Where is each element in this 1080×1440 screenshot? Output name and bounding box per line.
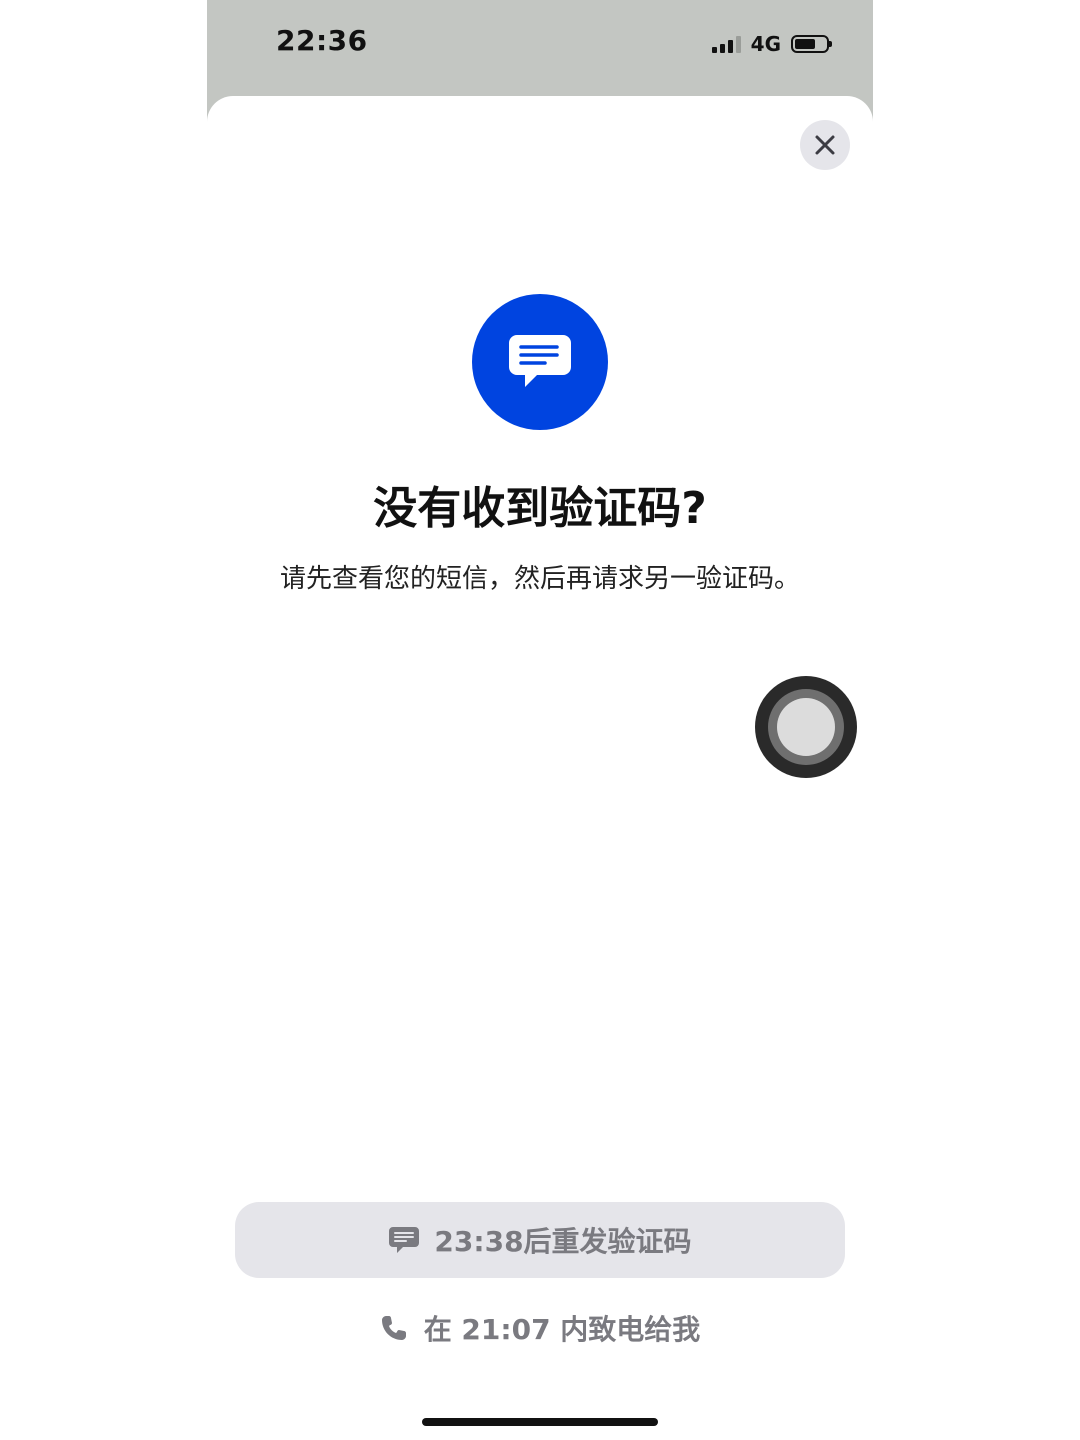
- message-icon: [389, 1227, 420, 1253]
- screen: 22:36 4G 没有收到验证码? 请先查看您的短信，然后再请求另一验证码。 2…: [0, 0, 1080, 1440]
- resend-code-label: 23:38后重发验证码: [434, 1225, 692, 1258]
- close-icon: [815, 135, 835, 155]
- network-label: 4G: [750, 32, 781, 56]
- status-indicators: 4G: [711, 30, 832, 58]
- phone-screen: 22:36 4G 没有收到验证码? 请先查看您的短信，然后再请求另一验证码。 2…: [207, 0, 873, 1440]
- assistive-touch-button[interactable]: [755, 676, 857, 778]
- battery-icon: [791, 35, 832, 53]
- call-me-link[interactable]: 在 21:07 内致电给我: [207, 1298, 873, 1358]
- page-description: 请先查看您的短信，然后再请求另一验证码。: [279, 564, 800, 594]
- message-bubble-icon: [509, 335, 571, 387]
- phone-icon: [381, 1316, 406, 1340]
- verification-sheet: 没有收到验证码? 请先查看您的短信，然后再请求另一验证码。 23:38后重发验证…: [207, 96, 873, 1440]
- status-time: 22:36: [276, 24, 368, 57]
- status-bar: 22:36 4G: [207, 0, 873, 96]
- signal-icon: [711, 35, 741, 53]
- close-button[interactable]: [800, 120, 850, 170]
- call-me-label: 在 21:07 内致电给我: [423, 1313, 701, 1346]
- resend-code-button[interactable]: 23:38后重发验证码: [235, 1202, 845, 1278]
- page-title: 没有收到验证码?: [373, 483, 707, 534]
- message-badge: [472, 294, 608, 430]
- home-indicator: [422, 1418, 658, 1426]
